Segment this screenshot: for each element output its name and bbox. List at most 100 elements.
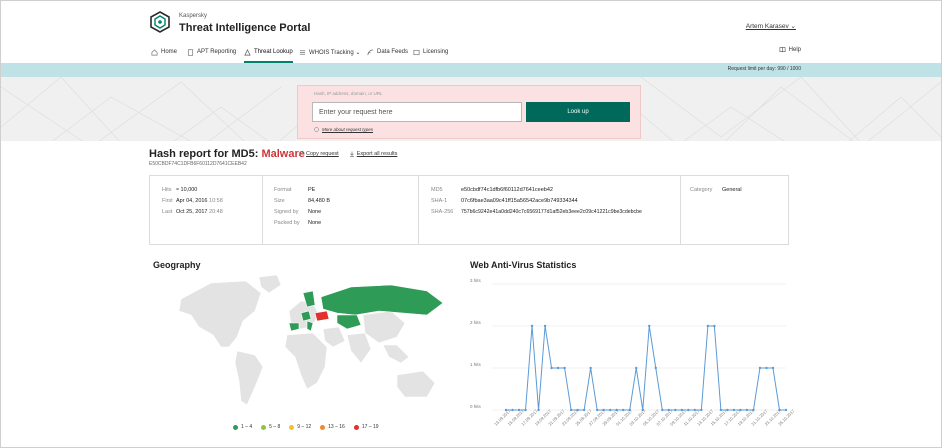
map-southeast-asia <box>382 344 410 364</box>
y-tick-label: 0 hits <box>470 404 482 409</box>
world-map <box>178 274 444 406</box>
nav-data-feeds[interactable]: Data Feeds <box>367 46 408 58</box>
request-types-link[interactable]: More about request types <box>322 127 373 132</box>
map-middle-east <box>322 326 346 348</box>
legend-label: 13 – 16 <box>328 424 345 430</box>
export-results-label: Export all results <box>356 151 398 157</box>
nav-whois-tracking[interactable]: WHOIS Tracking ⌄ <box>299 46 360 58</box>
nav-apt-reporting[interactable]: APT Reporting <box>187 46 236 58</box>
nav-home[interactable]: Home <box>151 46 177 58</box>
legend-item: 17 – 19 <box>353 424 379 430</box>
size-value: 84,480 B <box>308 197 331 204</box>
feed-icon <box>367 49 374 55</box>
map-legend: 1 – 4 5 – 8 9 – 12 13 – 16 17 – 19 <box>233 424 379 430</box>
hits-column: Hits ≈ 10,000 First Apr 04, 2016 10:58 Las… <box>150 176 262 244</box>
legend-dot <box>353 424 359 430</box>
data-point <box>687 408 690 412</box>
map-africa <box>284 332 328 390</box>
data-point <box>563 366 566 370</box>
map-russia <box>320 284 444 316</box>
data-point <box>595 408 599 412</box>
geography-title: Geography <box>153 260 201 270</box>
app-window: Kaspersky Threat Intelligence Portal Art… <box>0 0 942 448</box>
data-point <box>530 324 534 328</box>
report-hash: E50CBDF74C1DFB6F60112D7641CEEB42 <box>149 161 247 167</box>
data-point <box>635 366 638 370</box>
hashes-column: MD5 e50cbdf74c1dfb6f60112d7641ceeb42 SHA-… <box>418 176 680 244</box>
data-point <box>784 408 788 412</box>
file-column: Format PE Size 84,480 B Signed by None Pack… <box>262 176 418 244</box>
map-greenland <box>258 274 282 294</box>
map-australia <box>396 370 436 398</box>
hazard-icon <box>244 48 251 55</box>
book-icon <box>779 47 786 53</box>
brand-company: Kaspersky <box>179 13 208 19</box>
pencil-icon <box>298 151 304 157</box>
data-point <box>674 408 677 412</box>
data-point <box>648 324 651 328</box>
sha1-row: SHA-1 07c6fbae3aa09c41ff15a56542ace9b7493… <box>431 197 578 204</box>
md5-value: e50cbdf74c1dfb6f60112d7641ceeb42 <box>461 186 553 193</box>
packed-value: None <box>308 219 322 226</box>
nav-threat-lookup[interactable]: Threat Lookup <box>244 46 293 63</box>
category-row: Category General <box>690 186 742 193</box>
legend-dot <box>233 424 238 430</box>
report-title: Hash report for MD5: Malware <box>149 148 305 160</box>
category-column: Category General <box>680 176 788 244</box>
data-point <box>537 408 540 412</box>
data-point <box>556 366 560 370</box>
user-menu[interactable]: Artem Karasev ⌄ <box>746 22 796 30</box>
nav-feeds-label: Data Feeds <box>377 49 409 55</box>
data-point <box>511 408 514 412</box>
license-icon <box>413 49 420 55</box>
signed-row: Signed by None <box>274 208 322 215</box>
copy-request-label: Copy request <box>306 151 339 157</box>
first-time: 10:58 <box>209 197 223 204</box>
web-antivirus-chart: 0 hits1 hits2 hits3 hits13.09.201715.09.… <box>470 278 796 427</box>
legend-label: 9 – 12 <box>297 424 312 430</box>
data-point <box>700 408 703 412</box>
legend-item: 9 – 12 <box>289 424 311 430</box>
data-point <box>706 324 710 328</box>
help-link[interactable]: Help <box>779 46 801 53</box>
data-point <box>582 408 586 412</box>
data-point <box>543 324 547 328</box>
request-limit: Request limit per day: 990 / 1000 <box>727 66 801 72</box>
kaspersky-logo-icon[interactable] <box>149 11 171 33</box>
map-china <box>362 310 406 344</box>
category-value: General <box>722 186 742 193</box>
report-card: Hits ≈ 10,000 First Apr 04, 2016 10:58 Las… <box>149 175 789 245</box>
nav-whois-label: WHOIS Tracking ⌄ <box>309 49 361 56</box>
map-north-america <box>178 280 262 348</box>
export-results-link[interactable]: Export all results <box>349 151 398 157</box>
nav-licensing[interactable]: Licensing <box>413 46 448 58</box>
nav-apt-label: APT Reporting <box>197 49 237 55</box>
brand-title[interactable]: Threat Intelligence Portal <box>179 22 310 34</box>
data-point <box>661 408 664 412</box>
hits-value: ≈ 10,000 <box>176 186 198 193</box>
data-point <box>713 324 716 328</box>
hits-row: Hits ≈ 10,000 <box>162 186 198 193</box>
y-tick-label: 2 hits <box>470 320 482 325</box>
size-row: Size 84,480 B <box>274 197 331 204</box>
legend-item: 13 – 16 <box>320 424 345 430</box>
search-hint: Hash, IP address, domain, or URL <box>314 91 383 96</box>
list-icon <box>299 49 306 55</box>
legend-item: 5 – 8 <box>261 424 280 430</box>
request-types: More about request types <box>314 127 373 132</box>
data-point <box>608 408 612 412</box>
search-input[interactable] <box>312 102 522 122</box>
legend-label: 1 – 4 <box>241 424 253 430</box>
help-label: Help <box>788 46 801 53</box>
copy-request-link[interactable]: Copy request <box>298 151 339 157</box>
map-kazakhstan <box>336 314 362 330</box>
legend-dot <box>289 424 295 430</box>
signed-value: None <box>308 208 322 215</box>
nav-threat-label: Threat Lookup <box>254 49 293 55</box>
look-up-button[interactable]: Look up <box>526 102 630 122</box>
data-point <box>550 366 553 370</box>
md5-row: MD5 e50cbdf74c1dfb6f60112d7641ceeb42 <box>431 186 553 193</box>
sha256-value: 757b6c9242e41a0dd240c7c6569177d1af52eb3e… <box>461 208 642 215</box>
legend-label: 5 – 8 <box>269 424 281 430</box>
last-time: 20:48 <box>209 208 223 215</box>
